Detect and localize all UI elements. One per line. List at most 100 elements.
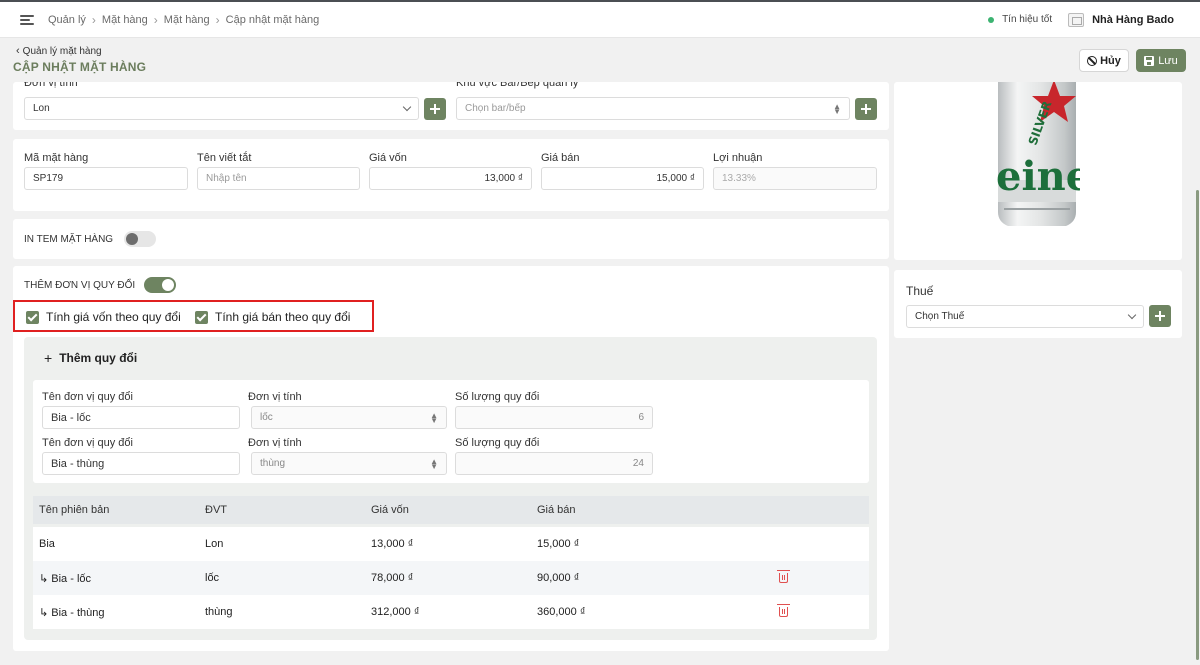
signal-status-icon [988,16,995,23]
area-select[interactable]: Chọn bar/bếp ▲ ▼ [456,97,850,120]
breadcrumb-item[interactable]: Mặt hàng [164,14,210,26]
tax-label: Thuế [906,284,934,298]
conversion-name-field[interactable]: Bia - thùng [42,452,240,475]
table-row: ↳ Bia - lốc lốc 78,000 ₫ 90,000 ₫ [33,561,869,595]
conversion-qty-label: Số lượng quy đổi [455,437,540,449]
page-title: CẬP NHẬT MẶT HÀNG [13,60,147,74]
conversion-toggle[interactable] [144,277,176,293]
restaurant-icon [1068,12,1085,27]
conversion-qty-field[interactable]: 6 [455,406,653,429]
save-icon [1144,55,1155,66]
restaurant-name[interactable]: Nhà Hàng Bado [1092,14,1174,26]
variant-price: 360,000 ₫ [537,606,586,618]
area-select-placeholder: Chọn bar/bếp [465,103,526,114]
cost-field[interactable]: 13,000 ₫ [369,167,532,190]
conversion-name-label: Tên đơn vị quy đổi [42,391,133,403]
checkbox-checked-icon [26,310,39,324]
variant-cost: 312,000 ₫ [371,606,420,618]
variant-name: ↳ Bia - thùng [39,606,105,619]
back-link[interactable]: ‹ Quản lý mặt hàng [16,45,102,57]
print-label-toggle[interactable] [124,231,156,247]
checkbox-checked-icon [195,310,208,324]
breadcrumb-item[interactable]: Quản lý [48,14,86,26]
top-bar: Quản lý › Mặt hàng › Mặt hàng › Cập nhật… [0,0,1200,38]
code-field[interactable]: SP179 [24,167,188,190]
toggle-knob [126,233,138,245]
breadcrumb-current: Cập nhật mặt hàng [225,13,320,26]
product-image-card[interactable]: SILVER eine [894,82,1182,260]
variant-cost: 13,000 ₫ [371,538,414,550]
column-header: Giá vốn [371,504,409,516]
area-label: Khu vực Bar/Bếp quản lý [456,77,579,89]
add-tax-button[interactable] [1149,305,1171,327]
toggle-knob [162,279,174,291]
cancel-button-label: Hủy [1100,54,1121,67]
variant-price: 15,000 ₫ [537,538,580,550]
add-unit-button[interactable] [424,98,446,120]
variant-price: 90,000 ₫ [537,572,580,584]
updown-icon: ▲ ▼ [833,101,841,116]
variant-name: Bia [39,538,55,550]
conversion-unit-value: lốc [260,412,273,423]
signal-status-text: Tín hiệu tốt [1002,14,1053,25]
plus-icon: + [44,350,53,366]
column-header: Giá bán [537,504,576,516]
ban-icon [1087,55,1098,66]
table-row: ↳ Bia - thùng thùng 312,000 ₫ 360,000 ₫ [33,595,869,629]
tax-select[interactable]: Chọn Thuế [906,305,1144,328]
variant-unit: thùng [205,606,233,618]
conversion-name-field[interactable]: Bia - lốc [42,406,240,429]
unit-select-value: Lon [33,103,50,114]
cost-conversion-checkbox[interactable]: Tính giá vốn theo quy đổi [26,310,181,324]
chevron-right-icon: › [91,12,96,27]
price-conversion-label: Tính giá bán theo quy đổi [215,310,351,324]
column-header: ĐVT [205,504,227,516]
short-name-field[interactable]: Nhập tên [197,167,360,190]
trash-icon[interactable] [777,604,790,617]
conversion-qty-label: Số lượng quy đổi [455,391,540,403]
print-label-text: IN TEM MẶT HÀNG [24,234,114,245]
profit-field: 13.33% [713,167,877,190]
conversion-name-label: Tên đơn vị quy đổi [42,437,133,449]
chevron-down-icon [402,102,412,112]
conversion-unit-label: Đơn vị tính [248,391,302,403]
tax-select-placeholder: Chọn Thuế [915,311,965,322]
save-button[interactable]: Lưu [1136,49,1186,72]
chevron-left-icon: ‹ [16,45,20,57]
breadcrumb-item[interactable]: Mặt hàng [102,14,148,26]
conversion-unit-label: Đơn vị tính [248,437,302,449]
back-link-label: Quản lý mặt hàng [22,45,102,57]
variant-unit: Lon [205,538,224,550]
chevron-right-icon: › [215,12,220,27]
scrollbar[interactable] [1196,190,1199,660]
unit-select[interactable]: Lon [24,97,419,120]
code-label: Mã mặt hàng [24,152,89,164]
sale-price-field[interactable]: 15,000 ₫ [541,167,704,190]
add-conversion-label: Thêm quy đổi [59,351,138,365]
add-area-button[interactable] [855,98,877,120]
chevron-down-icon [1127,310,1137,320]
conversion-qty-field[interactable]: 24 [455,452,653,475]
product-image: SILVER eine [996,82,1080,226]
svg-text:eine: eine [996,153,1080,200]
add-conversion-button[interactable]: + Thêm quy đổi [44,350,137,366]
save-button-label: Lưu [1158,54,1178,67]
cancel-button[interactable]: Hủy [1079,49,1129,72]
column-header: Tên phiên bản [39,504,110,516]
unit-label: Đơn vị tính [24,77,78,89]
updown-icon: ▲ ▼ [430,456,438,471]
sale-price-label: Giá bán [541,152,580,164]
menu-icon[interactable] [20,14,34,25]
cost-label: Giá vốn [369,152,407,164]
conversion-unit-select[interactable]: lốc ▲ ▼ [251,406,447,429]
conversion-unit-value: thùng [260,458,286,469]
table-header: Tên phiên bản ĐVT Giá vốn Giá bán [33,496,869,524]
cost-conversion-label: Tính giá vốn theo quy đổi [46,310,181,324]
trash-icon[interactable] [777,570,790,583]
conversion-unit-select[interactable]: thùng ▲ ▼ [251,452,447,475]
profit-label: Lợi nhuận [713,152,763,164]
price-conversion-checkbox[interactable]: Tính giá bán theo quy đổi [195,310,350,324]
short-name-label: Tên viết tắt [197,152,252,164]
variants-table: Tên phiên bản ĐVT Giá vốn Giá bán Bia Lo… [33,496,869,629]
breadcrumb: Quản lý › Mặt hàng › Mặt hàng › Cập nhật… [48,13,319,27]
